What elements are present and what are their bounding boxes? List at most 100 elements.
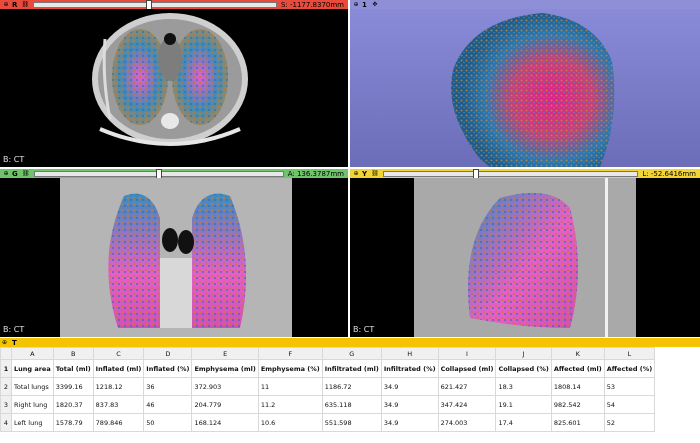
table-cell[interactable]: 372.903 [191,377,259,396]
column-letter[interactable]: C [92,347,145,360]
corner-cell [0,347,12,360]
header-cell[interactable]: Inflated (ml) [92,359,145,378]
table-cell[interactable]: 34.9 [380,413,439,432]
header-cell[interactable]: Affected (ml) [550,359,605,378]
header-cell[interactable]: Collapsed (ml) [437,359,497,378]
green-slice-view[interactable]: ⊕ G ⛓ A: 136.3787mm B: CT [0,169,348,337]
table-cell[interactable]: 52 [603,413,656,432]
pin-icon[interactable]: ⊕ [2,170,10,177]
table-cell[interactable]: Total lungs [11,377,54,396]
yellow-slice-slider[interactable] [383,169,639,180]
table-header-row: 1 Lung area Total (ml) Inflated (ml) Inf… [0,359,656,378]
green-slice-slider[interactable] [33,169,284,180]
pin-icon[interactable]: ⊕ [2,1,10,8]
table-cell[interactable]: 3399.16 [52,377,94,396]
row-number[interactable]: 1 [0,359,12,378]
link-icon[interactable]: ⛓ [371,170,379,177]
yellow-view-volume-label: B: CT [353,325,375,334]
column-letter[interactable]: L [603,347,656,360]
header-cell[interactable]: Collapsed (%) [495,359,552,378]
table-cell[interactable]: 1186.72 [321,377,382,396]
table-cell[interactable]: 54 [603,395,656,414]
column-letter[interactable]: E [191,347,259,360]
column-letter[interactable]: B [52,347,94,360]
link-icon[interactable]: ⛓ [21,1,30,8]
table-cell[interactable]: 635.118 [321,395,382,414]
table-cell[interactable]: 1578.79 [52,413,94,432]
table-cell[interactable]: 551.598 [321,413,382,432]
pin-icon[interactable]: ⊕ [352,170,360,177]
column-letter[interactable]: K [550,347,605,360]
table-cell[interactable]: 837.83 [92,395,145,414]
column-letter[interactable]: F [257,347,323,360]
table-cell[interactable]: 982.542 [550,395,605,414]
pin-icon[interactable]: ⊕ [352,1,360,8]
header-cell[interactable]: Emphysema (ml) [191,359,259,378]
lung-analysis-table: A B C D E F G H I J K L 1 Lung area Tota… [0,347,656,432]
table-cell[interactable]: 204.779 [191,395,259,414]
row-number[interactable]: 3 [0,395,12,414]
red-slice-view[interactable]: ⊕ R ⛓ S: -1177.8370mm B: CT [0,0,348,167]
table-row[interactable]: 3 Right lung 1820.37 837.83 46 204.779 1… [0,395,656,414]
table-cell[interactable]: 46 [143,395,193,414]
column-letter[interactable]: I [437,347,497,360]
table-cell[interactable]: 36 [143,377,193,396]
table-cell[interactable]: 17.4 [495,413,552,432]
table-cell[interactable]: 19.1 [495,395,552,414]
table-cell[interactable]: 789.846 [92,413,145,432]
three-d-view-label: 1 [362,0,367,9]
header-cell[interactable]: Infiltrated (%) [380,359,439,378]
green-view-toolbar: ⊕ G ⛓ A: 136.3787mm [0,169,348,180]
table-cell[interactable]: 18.3 [495,377,552,396]
pin-icon[interactable]: ⊕ [2,339,10,346]
table-cell[interactable]: 34.9 [380,395,439,414]
center-view-icon[interactable]: ✥ [371,1,379,8]
header-cell[interactable]: Inflated (%) [143,359,193,378]
yellow-slice-view[interactable]: ⊕ Y ⛓ L: -52.6416mm B: CT [350,169,700,337]
header-cell[interactable]: Lung area [11,359,54,378]
table-cell[interactable]: 1218.12 [92,377,145,396]
row-number[interactable]: 4 [0,413,12,432]
table-cell[interactable]: 11 [257,377,323,396]
red-slice-slider[interactable] [33,0,277,11]
table-cell[interactable]: Right lung [11,395,54,414]
table-cell[interactable]: 1820.37 [52,395,94,414]
sagittal-ct-image [350,178,700,337]
three-d-view[interactable]: ⊕ 1 ✥ [350,0,700,167]
column-letter[interactable]: G [321,347,382,360]
table-cell[interactable]: 621.427 [437,377,497,396]
table-cell[interactable]: 347.424 [437,395,497,414]
table-row[interactable]: 4 Left lung 1578.79 789.846 50 168.124 1… [0,413,656,432]
table-cell[interactable]: 11.2 [257,395,323,414]
table-cell[interactable]: 825.601 [550,413,605,432]
table-view-toolbar: ⊕ T [0,338,700,347]
table-cell[interactable]: 34.9 [380,377,439,396]
green-slice-offset: A: 136.3787mm [287,169,344,178]
table-cell[interactable]: 50 [143,413,193,432]
table-cell[interactable]: 274.003 [437,413,497,432]
table-view-label: T [12,338,17,347]
axial-ct-image [0,9,348,167]
coronal-ct-image [0,178,348,337]
red-view-label: R [12,0,18,9]
header-cell[interactable]: Total (ml) [52,359,94,378]
table-cell[interactable]: 168.124 [191,413,259,432]
header-cell[interactable]: Affected (%) [603,359,656,378]
column-letter[interactable]: D [143,347,193,360]
header-cell[interactable]: Infiltrated (ml) [321,359,382,378]
row-number[interactable]: 2 [0,377,12,396]
table-cell[interactable]: Left lung [11,413,54,432]
red-view-toolbar: ⊕ R ⛓ S: -1177.8370mm [0,0,348,11]
column-letter[interactable]: A [11,347,54,360]
red-slice-offset: S: -1177.8370mm [280,0,344,9]
header-cell[interactable]: Emphysema (%) [257,359,323,378]
green-view-label: G [12,169,18,178]
table-row[interactable]: 2 Total lungs 3399.16 1218.12 36 372.903… [0,377,656,396]
green-view-volume-label: B: CT [3,325,25,334]
table-cell[interactable]: 1808.14 [550,377,605,396]
column-letter[interactable]: H [380,347,439,360]
column-letter[interactable]: J [495,347,552,360]
table-cell[interactable]: 10.6 [257,413,323,432]
link-icon[interactable]: ⛓ [22,170,30,177]
table-cell[interactable]: 53 [603,377,656,396]
